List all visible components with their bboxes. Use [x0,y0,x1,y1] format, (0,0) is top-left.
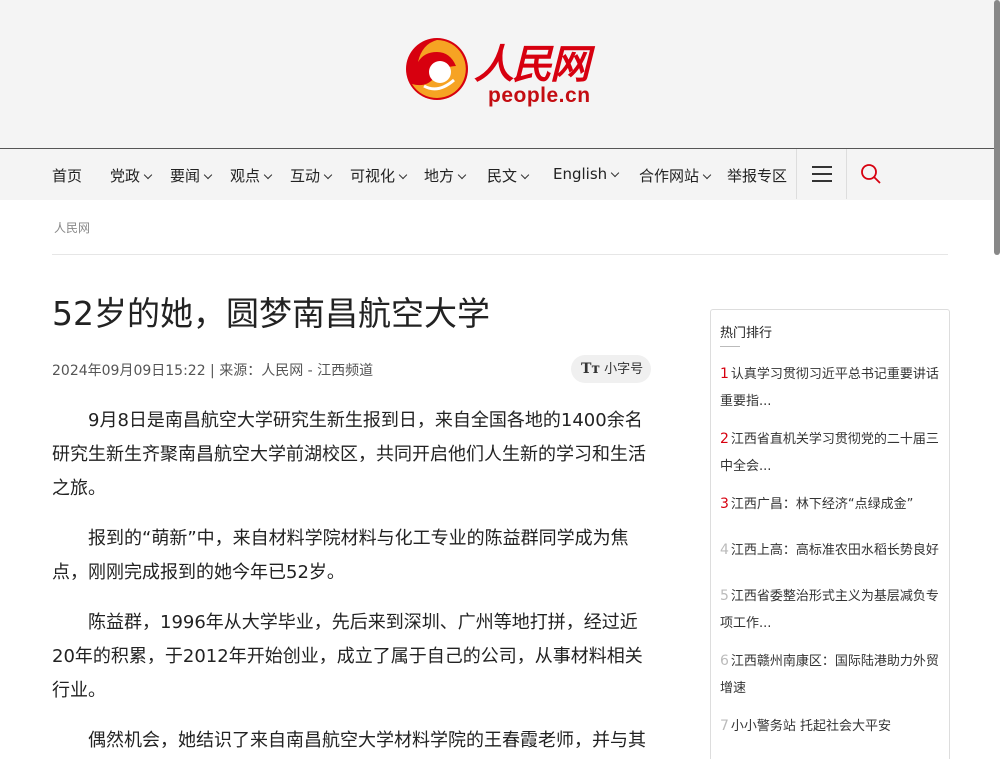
nav-divider [846,149,847,199]
breadcrumb[interactable]: 人民网 [54,219,90,236]
hot-ranking-panel: 热门排行 1 认真学习贯彻习近平总书记重要讲话重要指... 2 江西省直机关学习贯彻… [710,309,950,759]
nav-label: 地方 [424,167,455,185]
logo-text-cn: 人民网 [474,41,590,88]
site-logo[interactable]: 人民网 people.cn [404,32,604,108]
rank-text: 江西广昌：林下经济“点绿成金” [730,497,914,512]
site-header: 人民网 people.cn [0,0,1000,148]
hamburger-icon[interactable] [812,166,832,182]
chevron-down-icon [702,170,712,180]
nav-item-ethnic[interactable]: 民文 [487,165,530,186]
rank-number: 1 [720,366,729,382]
list-item[interactable]: 6 江西赣州南康区：国际陆港助力外贸增速 [720,648,942,702]
rank-text: 江西省委整治形式主义为基层减负专项工作... [720,589,939,631]
list-item[interactable]: 7 小小警务站 托起社会大平安 [720,713,942,740]
rank-text: 认真学习贯彻习近平总书记重要讲话重要指... [720,367,939,409]
nav-label: 互动 [290,167,321,185]
list-item[interactable]: 1 认真学习贯彻习近平总书记重要讲话重要指... [720,361,942,415]
article-paragraph: 陈益群，1996年从大学毕业，先后来到深圳、广州等地打拼，经过近20年的积累，于… [52,612,643,701]
chevron-down-icon [323,170,333,180]
nav-label: 首页 [52,167,83,185]
nav-item-local[interactable]: 地方 [424,165,467,186]
nav-label: 民文 [487,167,518,185]
nav-item-news[interactable]: 要闻 [170,165,213,186]
article-paragraph: 偶然机会，她结识了来自南昌航空大学材料学院的王春霞老师，并与其 [88,730,646,751]
font-size-label: 小字号 [604,362,644,377]
scrollbar-thumb[interactable] [994,0,1000,255]
rank-number: 5 [720,588,729,604]
rank-text: 江西上高：高标准农田水稻长势良好 [730,543,939,558]
rank-text: 江西赣州南康区：国际陆港助力外贸增速 [720,654,939,696]
list-item[interactable]: 4 江西上高：高标准农田水稻长势良好 [720,537,942,564]
nav-item-home[interactable]: 首页 [52,165,82,186]
article-body: 9月8日是南昌航空大学研究生新生报到日，来自全国各地的1400余名研究生新生齐聚… [52,404,652,759]
rank-number: 3 [720,496,729,512]
rank-number: 7 [720,718,729,734]
page-title: 52岁的她，圆梦南昌航空大学 [52,294,490,333]
nav-divider [796,149,797,199]
rank-number: 6 [720,653,729,669]
article-meta: 2024年09月09日15:22 | 来源：人民网 - 江西频道 [52,363,374,379]
breadcrumb-divider [52,254,948,255]
chevron-down-icon [610,168,620,178]
title-underline [720,346,740,347]
hot-ranking-title: 热门排行 [720,326,773,341]
chevron-down-icon [143,170,153,180]
article-paragraph: 9月8日是南昌航空大学研究生新生报到日，来自全国各地的1400余名研究生新生齐聚… [52,410,646,499]
chevron-down-icon [520,170,530,180]
chevron-down-icon [457,170,467,180]
list-item[interactable]: 5 江西省委整治形式主义为基层减负专项工作... [720,583,942,637]
logo-emblem-icon [406,38,468,100]
logo-text-en: people.cn [488,84,591,107]
chevron-down-icon [398,170,408,180]
nav-item-partners[interactable]: 合作网站 [639,165,712,186]
nav-label: 党政 [110,167,141,185]
article-paragraph: 报到的“萌新”中，来自材料学院材料与化工专业的陈益群同学成为焦点，刚刚完成报到的… [52,528,629,583]
list-item[interactable]: 2 江西省直机关学习贯彻党的二十届三中全会... [720,426,942,480]
nav-item-visual[interactable]: 可视化 [350,165,408,186]
rank-number: 2 [720,431,729,447]
nav-item-report[interactable]: 举报专区 [727,165,787,186]
nav-label: English [553,165,608,183]
nav-item-opinion[interactable]: 观点 [230,165,273,186]
nav-item-interact[interactable]: 互动 [290,165,333,186]
main-nav: 首页 党政 要闻 观点 互动 可视化 地方 民文 English 合作网站 举报… [0,148,1000,200]
search-icon[interactable] [860,163,882,185]
nav-item-english[interactable]: English [553,165,620,183]
rank-text: 小小警务站 托起社会大平安 [730,719,892,734]
chevron-down-icon [203,170,213,180]
list-item[interactable]: 3 江西广昌：林下经济“点绿成金” [720,491,942,518]
nav-label: 合作网站 [639,167,700,185]
nav-label: 可视化 [350,167,396,185]
nav-label: 举报专区 [727,167,788,185]
rank-number: 4 [720,542,729,558]
font-size-icon: Tт [581,361,601,377]
rank-text: 江西省直机关学习贯彻党的二十届三中全会... [720,432,939,474]
nav-label: 观点 [230,167,261,185]
nav-label: 要闻 [170,167,201,185]
chevron-down-icon [263,170,273,180]
font-size-toggle-button[interactable]: Tт 小字号 [571,355,651,383]
nav-item-party[interactable]: 党政 [110,165,153,186]
